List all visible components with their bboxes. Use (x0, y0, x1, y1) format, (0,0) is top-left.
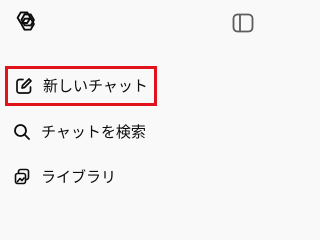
edit-icon (14, 76, 34, 96)
sidebar-item-library[interactable]: ライブラリ (5, 157, 205, 197)
sidebar-item-label: ライブラリ (41, 168, 117, 186)
search-icon (12, 122, 32, 142)
sidebar-item-search-chats[interactable]: チャットを検索 (5, 112, 205, 152)
openai-logo-icon[interactable] (10, 8, 38, 36)
sidebar-item-label: 新しいチャット (43, 77, 148, 95)
sidebar-item-label: チャットを検索 (41, 123, 146, 141)
library-icon (12, 167, 32, 187)
sidebar-toggle-icon (232, 13, 254, 33)
sidebar: 新しいチャット チャットを検索 ライブラリ (0, 0, 281, 206)
sidebar-toggle-button[interactable] (230, 10, 256, 36)
sidebar-item-new-chat[interactable]: 新しいチャット (5, 66, 157, 106)
